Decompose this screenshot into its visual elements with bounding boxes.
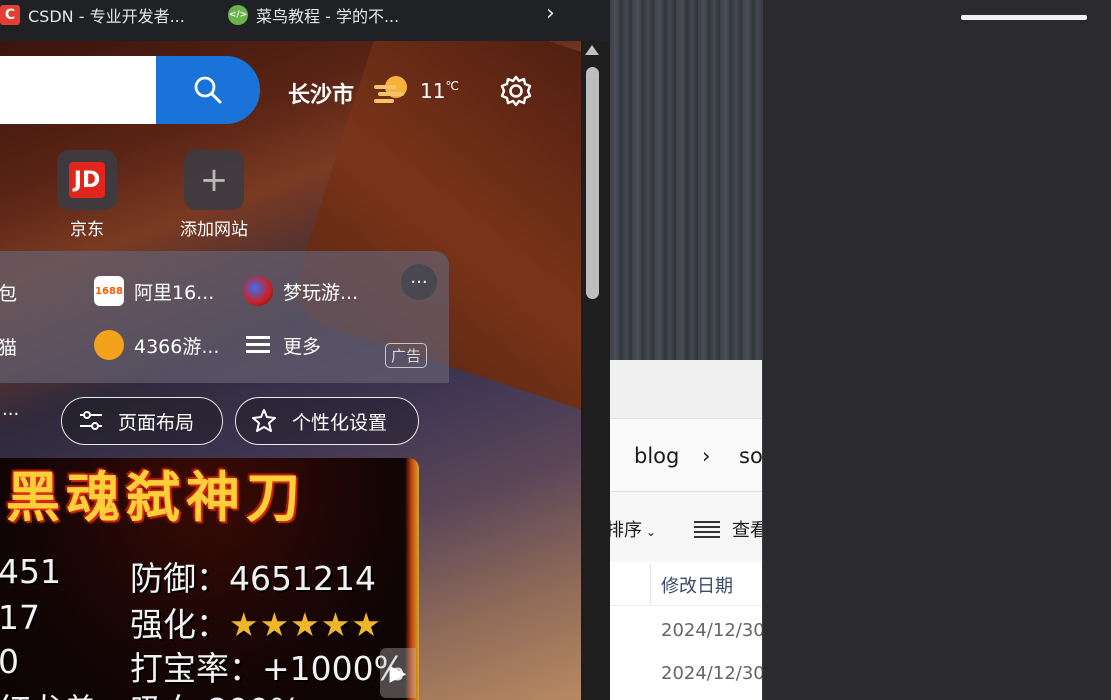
page-layout-label: 页面布局	[118, 411, 195, 434]
bookmark-runoob[interactable]: </> 菜鸟教程 - 学的不...	[228, 0, 399, 30]
ad-link-tmall[interactable]: 猫	[0, 333, 17, 360]
temperature-value: 11	[420, 79, 446, 103]
game-ad-line: 红龙兽	[0, 684, 97, 700]
file-row-date[interactable]: 2024/12/30	[661, 620, 762, 641]
gear-icon[interactable]	[498, 73, 534, 109]
view-label: 查看	[732, 520, 762, 541]
game-ad-line: 防御：4651214	[130, 559, 376, 598]
chevron-right-icon: ›	[702, 444, 711, 468]
quick-tile-label: 京东	[70, 220, 104, 240]
csdn-icon: C	[0, 5, 20, 25]
chevron-right-icon[interactable]: ▶	[380, 648, 416, 698]
runoob-icon: </>	[228, 5, 248, 25]
browser-window: C CSDN - 专业开发者... </> 菜鸟教程 - 学的不... › 长沙…	[0, 0, 610, 700]
chevron-right-icon[interactable]: ›	[546, 3, 566, 25]
add-site-button[interactable]: +	[184, 150, 244, 210]
sliders-icon	[80, 411, 102, 430]
menu-icon	[246, 336, 270, 353]
ad-links-panel: 包 1688 阿里16... 梦玩游... 猫 4366游... 更多 ··· …	[0, 251, 449, 383]
search-icon	[194, 76, 222, 104]
column-header-date[interactable]: 修改日期	[661, 572, 733, 598]
scroll-up-arrow-icon[interactable]	[585, 45, 599, 55]
jd-logo-icon: JD	[69, 162, 105, 198]
ad-link-label: 包	[0, 283, 18, 305]
ad-link-more[interactable]: 更多	[243, 330, 321, 360]
sort-label: 排序	[610, 520, 642, 541]
more-options-button[interactable]: ···	[401, 264, 437, 300]
ad-link-label: 梦玩游...	[283, 281, 359, 304]
game-ad-line: 17	[0, 598, 40, 637]
ad-link-mengwan[interactable]: 梦玩游...	[243, 276, 358, 306]
more-dots-button[interactable]: ···	[2, 404, 19, 425]
weather-temperature: 11℃	[420, 79, 459, 103]
address-bar[interactable]: blog › so	[610, 418, 762, 492]
quick-tile-jd[interactable]: JD	[57, 150, 117, 210]
search-input[interactable]	[0, 56, 156, 124]
column-header: 修改日期	[610, 562, 762, 606]
background-window-strip: blog › so 排序 ⌄ 查看 修改日期 2024/12/30 2024/1…	[610, 0, 762, 700]
sort-button[interactable]: 排序 ⌄	[610, 516, 656, 542]
temperature-unit: ℃	[445, 79, 459, 93]
breadcrumb-so[interactable]: so	[739, 444, 762, 468]
personalize-label: 个性化设置	[292, 411, 388, 434]
stars-rating-icon: ★★★★★	[229, 605, 382, 644]
star-wand-icon	[252, 409, 276, 432]
ad-link-label: 更多	[283, 335, 322, 358]
file-row-date[interactable]: 2024/12/30	[661, 663, 762, 684]
game-ad-card[interactable]: 黑魂弑神刀 451 防御：4651214 17 强化：★★★★★ 0 打宝率：+…	[0, 458, 419, 700]
page-layout-button[interactable]: 页面布局	[61, 397, 223, 445]
bookmark-label: 菜鸟教程 - 学的不...	[256, 7, 400, 26]
personalize-button[interactable]: 个性化设置	[235, 397, 419, 445]
game-orb-icon	[243, 276, 273, 306]
game-ad-title: 黑魂弑神刀	[6, 466, 306, 529]
active-tab-indicator	[961, 15, 1087, 20]
weather-city[interactable]: 长沙市	[288, 77, 354, 109]
game-ad-line: 451	[0, 552, 61, 591]
bookmark-csdn[interactable]: C CSDN - 专业开发者...	[0, 0, 185, 30]
game-ad-line: 打宝率：+1000%	[130, 649, 405, 688]
game-ad-line: 0	[0, 642, 19, 681]
bookmark-label: CSDN - 专业开发者...	[28, 7, 185, 26]
screen: C CSDN - 专业开发者... </> 菜鸟教程 - 学的不... › 长沙…	[0, 0, 1111, 700]
breadcrumb-blog[interactable]: blog	[634, 444, 679, 468]
quick-tile-label: 添加网站	[180, 220, 248, 240]
ad-link-label: 阿里16...	[134, 281, 215, 304]
right-panel	[762, 0, 1111, 700]
command-bar: 排序 ⌄ 查看	[610, 492, 762, 562]
1688-icon: 1688	[94, 276, 124, 306]
ad-link-4366[interactable]: 4366游...	[94, 330, 219, 360]
ad-badge: 广告	[385, 343, 428, 368]
4366-icon	[94, 330, 124, 360]
game-ad-line: 吸血 800%	[130, 684, 301, 700]
scroll-thumb[interactable]	[586, 67, 599, 299]
file-explorer-window: blog › so 排序 ⌄ 查看 修改日期 2024/12/30 2024/1…	[610, 360, 762, 700]
ad-link-label: 猫	[0, 337, 18, 359]
ad-link-1688[interactable]: 1688 阿里16...	[94, 276, 214, 306]
game-ad-line: 强化：★★★★★	[130, 598, 382, 646]
wallpaper-curtain	[610, 0, 762, 360]
game-ad-line-label: 强化：	[130, 605, 229, 644]
explorer-title-bar	[610, 360, 762, 418]
view-button[interactable]: 查看	[694, 516, 762, 542]
search-button[interactable]	[156, 56, 260, 124]
bookmarks-bar: C CSDN - 专业开发者... </> 菜鸟教程 - 学的不... ›	[0, 0, 610, 41]
ad-link[interactable]: 包	[0, 279, 17, 306]
new-tab-page: 长沙市 11℃ JD 京东 + 添加网站 包 1688 阿里16... 梦玩游.…	[0, 41, 581, 700]
column-divider[interactable]	[650, 564, 651, 604]
chevron-down-icon: ⌄	[646, 525, 657, 539]
plus-icon: +	[199, 160, 229, 200]
sun-haze-icon	[374, 76, 407, 103]
ad-link-label: 4366游...	[134, 335, 220, 358]
list-view-icon	[694, 521, 720, 538]
